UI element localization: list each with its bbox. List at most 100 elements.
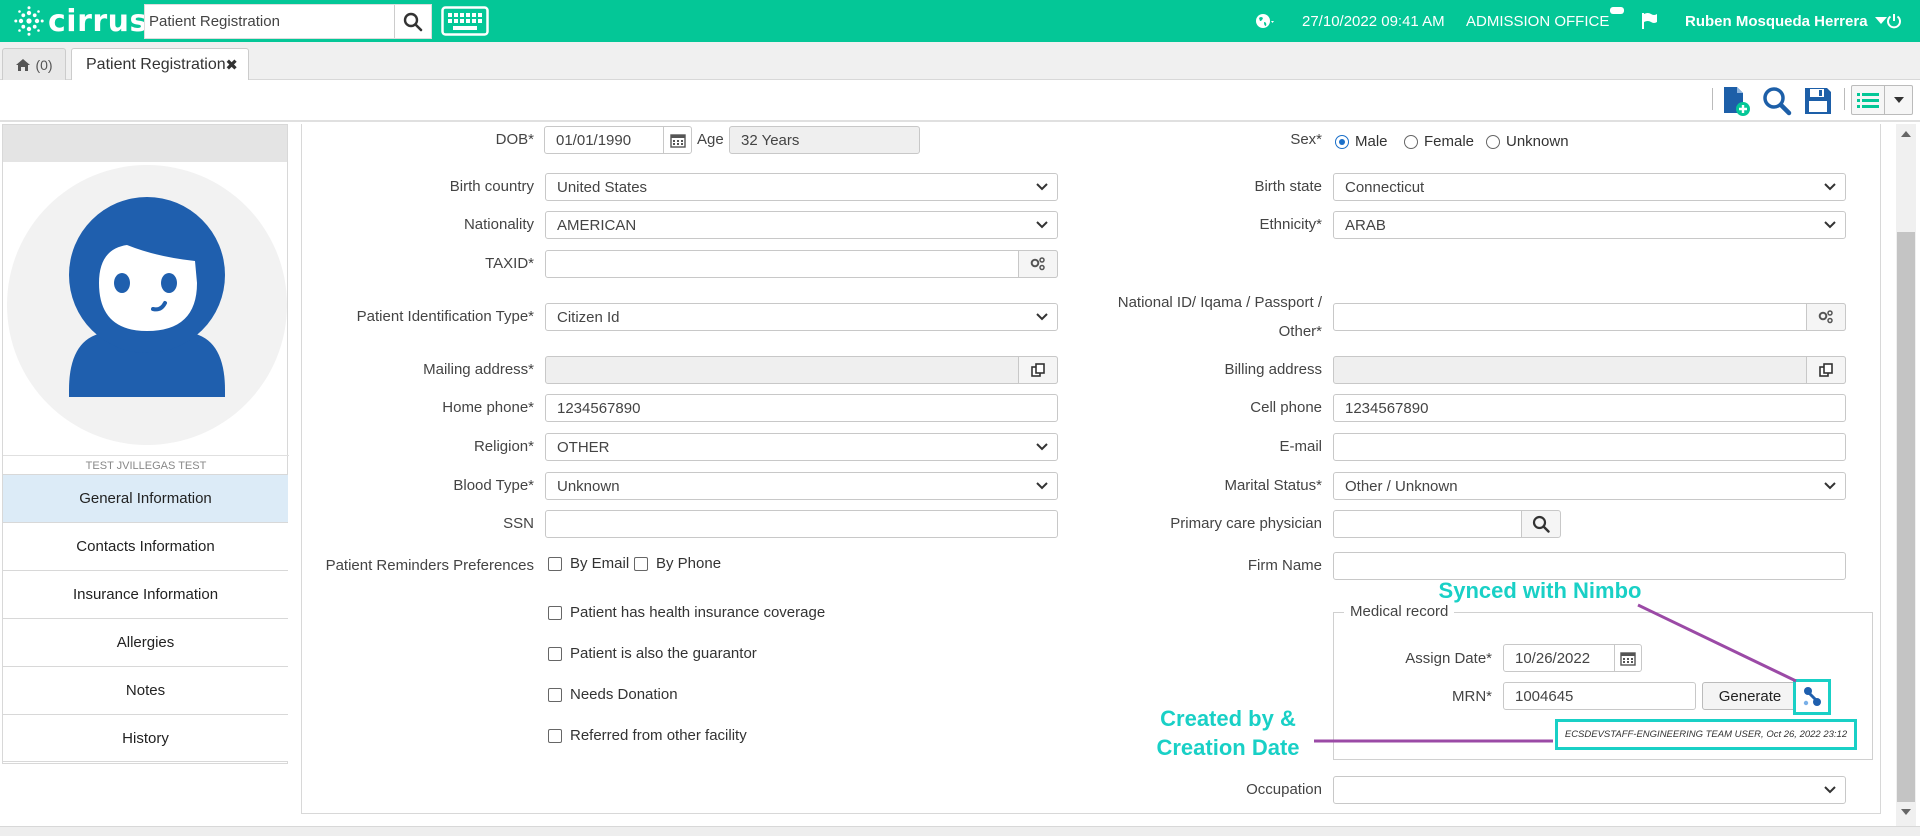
calendar-button[interactable] bbox=[663, 126, 691, 154]
pcp-search-button[interactable] bbox=[1521, 510, 1561, 538]
scroll-up-icon[interactable] bbox=[1900, 130, 1912, 138]
magnifier-icon bbox=[1763, 87, 1792, 116]
radio-dot bbox=[1486, 134, 1500, 149]
user-menu[interactable]: Ruben Mosqueda Herrera bbox=[1685, 0, 1888, 42]
insurance-coverage-checkbox[interactable]: Patient has health insurance coverage bbox=[548, 604, 825, 621]
sex-male-radio[interactable]: Male bbox=[1335, 133, 1388, 150]
ethnicity-select[interactable]: ARAB bbox=[1333, 211, 1846, 239]
reminder-phone-checkbox[interactable]: By Phone bbox=[634, 555, 721, 572]
birth-state-select[interactable]: Connecticut bbox=[1333, 173, 1846, 201]
reminders-label: Patient Reminders Preferences bbox=[325, 557, 534, 574]
needs-donation-label: Needs Donation bbox=[570, 686, 678, 703]
sidebar-item-notes[interactable]: Notes bbox=[3, 666, 288, 714]
created-by-info: ECSDEVSTAFF-ENGINEERING TEAM USER, Oct 2… bbox=[1555, 719, 1857, 750]
sex-unknown-radio[interactable]: Unknown bbox=[1486, 133, 1569, 150]
occupation-select[interactable] bbox=[1333, 776, 1846, 804]
needs-donation-checkbox[interactable]: Needs Donation bbox=[548, 686, 678, 703]
mailing-address-copy-button[interactable] bbox=[1018, 356, 1058, 384]
copy-icon bbox=[1031, 363, 1045, 377]
nimbo-sync-icon bbox=[1803, 687, 1821, 706]
save-button[interactable] bbox=[1802, 85, 1834, 117]
sidebar-item-allergies[interactable]: Allergies bbox=[3, 618, 288, 666]
scroll-down-icon[interactable] bbox=[1900, 808, 1912, 816]
new-document-button[interactable] bbox=[1720, 85, 1752, 117]
close-tab-icon[interactable]: ✖ bbox=[225, 56, 238, 74]
tab-patient-registration[interactable]: Patient Registration ✖ bbox=[71, 48, 249, 81]
language-selector[interactable] bbox=[1255, 0, 1277, 42]
sidebar-item-contacts-information[interactable]: Contacts Information bbox=[3, 522, 288, 570]
chevron-down-icon bbox=[1036, 183, 1048, 191]
referred-checkbox[interactable]: Referred from other facility bbox=[548, 727, 747, 744]
firm-name-field[interactable] bbox=[1333, 552, 1846, 580]
global-search-button[interactable] bbox=[394, 5, 431, 38]
avatar[interactable] bbox=[7, 165, 287, 445]
billing-address-field[interactable] bbox=[1333, 356, 1846, 384]
gears-icon bbox=[1818, 310, 1833, 324]
chevron-down-icon bbox=[1824, 786, 1836, 794]
mailing-address-field[interactable] bbox=[545, 356, 1058, 384]
cirrus-logo[interactable]: cirrus bbox=[14, 4, 148, 39]
sidebar-item-general-information[interactable]: General Information bbox=[3, 474, 288, 522]
blood-type-select[interactable]: Unknown bbox=[545, 472, 1058, 500]
list-menu-button[interactable] bbox=[1851, 85, 1913, 115]
floppy-save-icon bbox=[1805, 88, 1831, 114]
chevron-down-icon[interactable] bbox=[1885, 86, 1912, 114]
radio-dot bbox=[1404, 134, 1418, 149]
home-phone-label: Home phone* bbox=[442, 399, 534, 416]
cirrus-logo-icon bbox=[14, 6, 44, 36]
nationality-label: Nationality bbox=[463, 216, 534, 233]
sidebar-item-history[interactable]: History bbox=[3, 714, 288, 762]
ssn-field[interactable] bbox=[545, 510, 1058, 538]
top-bar: cirrus 27/10/2022 09:41 AM ADMISSION OFF… bbox=[0, 0, 1920, 42]
tab-bar: (0) Patient Registration ✖ bbox=[0, 42, 1920, 81]
assign-date-calendar-button[interactable] bbox=[1614, 644, 1642, 672]
copy-icon bbox=[1819, 363, 1833, 377]
tab-home[interactable]: (0) bbox=[2, 48, 66, 80]
insurance-coverage-label: Patient has health insurance coverage bbox=[570, 604, 826, 621]
list-view-icon[interactable] bbox=[1852, 86, 1885, 114]
pcp-field[interactable] bbox=[1333, 510, 1561, 538]
taxid-field[interactable] bbox=[545, 250, 1058, 278]
reminder-email-checkbox[interactable]: By Email bbox=[548, 555, 629, 572]
pid-type-select[interactable]: Citizen Id bbox=[545, 303, 1058, 331]
gears-icon bbox=[1030, 257, 1045, 271]
nationality-select[interactable]: AMERICAN bbox=[545, 211, 1058, 239]
taxid-settings-button[interactable] bbox=[1018, 250, 1058, 278]
global-search bbox=[144, 4, 432, 39]
sex-label: Sex* bbox=[1290, 131, 1322, 148]
flag-icon bbox=[1642, 13, 1657, 29]
billing-address-copy-button[interactable] bbox=[1806, 356, 1846, 384]
message-icon[interactable] bbox=[1610, 7, 1624, 14]
assign-date-field[interactable]: 10/26/2022 bbox=[1503, 644, 1621, 672]
toolbar-divider bbox=[1712, 88, 1713, 110]
national-id-settings-button[interactable] bbox=[1806, 303, 1846, 331]
logout-button[interactable] bbox=[1886, 0, 1902, 42]
home-phone-field[interactable]: 1234567890 bbox=[545, 394, 1058, 422]
mrn-field[interactable]: 1004645 bbox=[1503, 682, 1696, 710]
taxid-label: TAXID* bbox=[485, 255, 534, 272]
birth-country-select[interactable]: United States bbox=[545, 173, 1058, 201]
radio-dot bbox=[1335, 134, 1349, 149]
religion-select[interactable]: OTHER bbox=[545, 433, 1058, 461]
search-patient-button[interactable] bbox=[1761, 85, 1793, 117]
current-office[interactable]: ADMISSION OFFICE bbox=[1466, 0, 1609, 42]
chevron-down-icon bbox=[1824, 183, 1836, 191]
flag-button[interactable] bbox=[1640, 0, 1658, 42]
marital-status-select[interactable]: Other / Unknown bbox=[1333, 472, 1846, 500]
sex-female-radio[interactable]: Female bbox=[1404, 133, 1474, 150]
nimbo-sync-button[interactable] bbox=[1793, 679, 1831, 715]
global-search-input[interactable] bbox=[145, 5, 394, 38]
cell-phone-field[interactable]: 1234567890 bbox=[1333, 394, 1846, 422]
generate-mrn-button[interactable]: Generate bbox=[1702, 682, 1798, 710]
email-field[interactable] bbox=[1333, 433, 1846, 461]
national-id-field[interactable] bbox=[1333, 303, 1846, 331]
keyboard-icon[interactable] bbox=[441, 6, 489, 36]
sex-unknown-label: Unknown bbox=[1506, 133, 1569, 150]
birth-country-label: Birth country bbox=[449, 178, 534, 195]
scrollbar-thumb[interactable] bbox=[1897, 232, 1915, 802]
billing-address-label: Billing address bbox=[1224, 361, 1322, 378]
guarantor-checkbox[interactable]: Patient is also the guarantor bbox=[548, 645, 757, 662]
calendar-icon bbox=[1620, 652, 1636, 666]
email-label: E-mail bbox=[1279, 438, 1322, 455]
sidebar-item-insurance-information[interactable]: Insurance Information bbox=[3, 570, 288, 618]
